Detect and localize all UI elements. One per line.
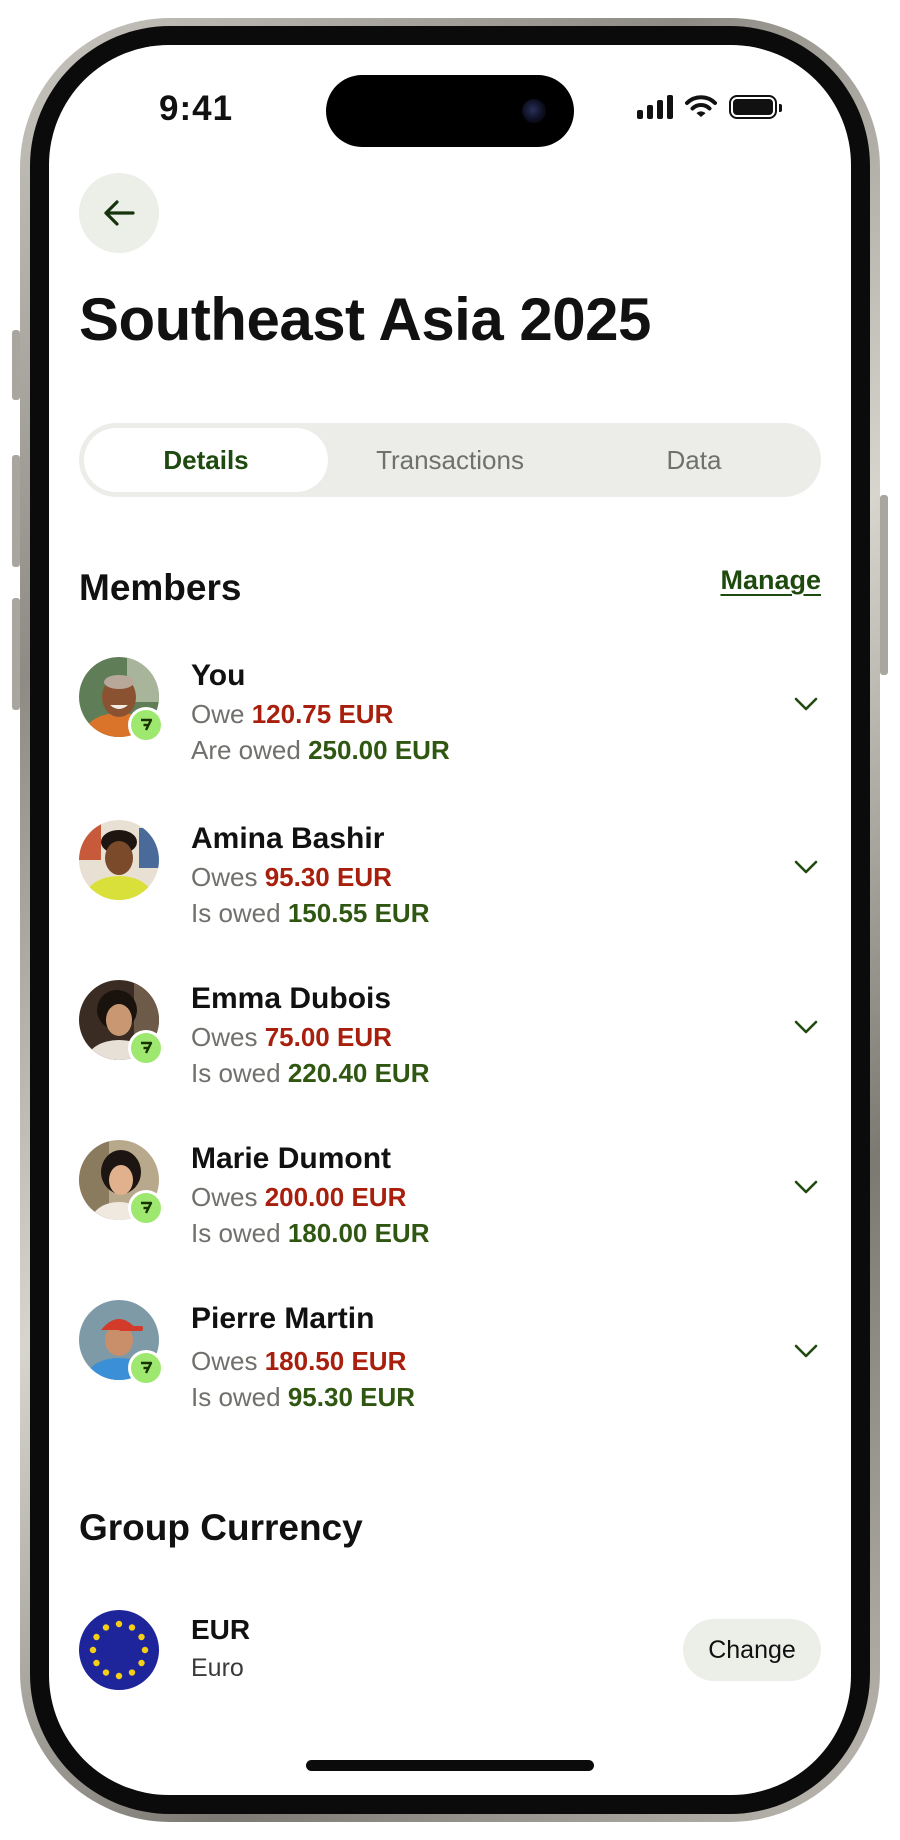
member-row-marie-dumont[interactable]: Marie Dumont Owes 200.00 EUR Is owed 180… <box>79 1140 821 1270</box>
home-indicator <box>306 1760 594 1771</box>
member-row-emma-dubois[interactable]: Emma Dubois Owes 75.00 EUR Is owed 220.4… <box>79 980 821 1110</box>
owed-label: Are owed <box>191 735 301 765</box>
manage-link[interactable]: Manage <box>720 565 821 596</box>
volume-up-button <box>12 455 20 567</box>
owes-label: Owes <box>191 1022 258 1052</box>
owes-label: Owe <box>191 699 245 729</box>
owed-label: Is owed <box>191 898 281 928</box>
owed-amount: 150.55 EUR <box>287 898 430 928</box>
owes-label: Owes <box>191 1182 258 1212</box>
change-currency-button[interactable]: Change <box>683 1619 821 1681</box>
owed-label: Is owed <box>191 1382 281 1412</box>
wifi-icon <box>685 95 717 117</box>
owed-label: Is owed <box>191 1218 281 1248</box>
page-title: Southeast Asia 2025 <box>79 286 651 353</box>
avatar-image <box>79 820 159 900</box>
member-owes-line: Owe 120.75 EUR <box>191 699 393 730</box>
tab-details[interactable]: Details <box>84 428 328 492</box>
currency-name: Euro <box>191 1654 244 1682</box>
segmented-tabs: Details Transactions Data <box>79 423 821 497</box>
owed-amount: 250.00 EUR <box>308 735 450 765</box>
owed-amount: 180.00 EUR <box>287 1218 430 1248</box>
eu-stars <box>89 1620 149 1680</box>
wise-logo-icon <box>128 707 164 743</box>
owes-label: Owes <box>191 1346 258 1376</box>
owes-amount: 95.30 EUR <box>264 862 392 892</box>
eu-star <box>115 1672 123 1680</box>
eu-star <box>138 1633 145 1641</box>
owes-amount: 180.50 EUR <box>264 1346 407 1376</box>
eu-flag-icon <box>79 1610 159 1690</box>
chevron-down-icon[interactable] <box>791 1336 821 1366</box>
eu-star <box>93 1633 100 1641</box>
power-button <box>880 495 888 675</box>
member-name: Marie Dumont <box>191 1142 392 1175</box>
battery-icon <box>729 95 782 119</box>
back-button[interactable] <box>79 173 159 253</box>
eu-star <box>115 1620 123 1628</box>
cellular-signal-icon <box>637 95 673 119</box>
eu-star <box>102 1669 110 1676</box>
owed-amount: 95.30 EUR <box>287 1382 416 1412</box>
dynamic-island <box>326 75 574 147</box>
member-owes-line: Owes 200.00 EUR <box>191 1182 406 1213</box>
avatar <box>79 820 159 900</box>
action-button <box>12 330 20 400</box>
tab-transactions[interactable]: Transactions <box>328 428 572 492</box>
owed-amount: 220.40 EUR <box>287 1058 430 1088</box>
chevron-down-icon[interactable] <box>791 689 821 719</box>
member-name: Emma Dubois <box>191 982 392 1015</box>
owes-label: Owes <box>191 862 258 892</box>
member-row-you[interactable]: You Owe 120.75 EUR Are owed 250.00 EUR <box>79 657 821 787</box>
member-owes-line: Owes 75.00 EUR <box>191 1022 392 1053</box>
member-owed-line: Is owed 150.55 EUR <box>191 898 430 929</box>
member-owed-line: Are owed 250.00 EUR <box>191 735 450 766</box>
wise-logo-icon <box>128 1190 164 1226</box>
screen: 9:41 Southeast Asia 2025 Details Transac… <box>49 45 851 1795</box>
arrow-left-icon <box>104 200 135 226</box>
member-row-amina-bashir[interactable]: Amina Bashir Owes 95.30 EUR Is owed 150.… <box>79 820 821 950</box>
currency-code: EUR <box>191 1614 251 1645</box>
member-name: Amina Bashir <box>191 822 385 855</box>
currency-row: EUR Euro Change <box>79 1610 821 1700</box>
eu-star <box>141 1646 149 1654</box>
chevron-down-icon[interactable] <box>791 1172 821 1202</box>
chevron-down-icon[interactable] <box>791 852 821 882</box>
owes-amount: 120.75 EUR <box>251 699 394 729</box>
owes-amount: 75.00 EUR <box>264 1022 392 1052</box>
owes-amount: 200.00 EUR <box>264 1182 407 1212</box>
tab-data[interactable]: Data <box>572 428 816 492</box>
avatar <box>79 1140 164 1226</box>
avatar <box>79 1300 164 1386</box>
eu-star <box>128 1624 136 1631</box>
eu-star <box>93 1659 100 1667</box>
status-time: 9:41 <box>159 89 234 128</box>
chevron-down-icon[interactable] <box>791 1012 821 1042</box>
member-row-pierre-martin[interactable]: Pierre Martin Owes 180.50 EUR Is owed 95… <box>79 1300 821 1430</box>
owed-label: Is owed <box>191 1058 281 1088</box>
eu-star <box>102 1624 110 1631</box>
volume-down-button <box>12 598 20 710</box>
member-owed-line: Is owed 220.40 EUR <box>191 1058 430 1089</box>
members-heading: Members <box>79 567 242 608</box>
eu-star <box>128 1669 136 1676</box>
member-owes-line: Owes 95.30 EUR <box>191 862 392 893</box>
group-currency-heading: Group Currency <box>79 1507 363 1548</box>
wise-logo-icon <box>128 1350 164 1386</box>
member-name: You <box>191 659 246 692</box>
eu-star <box>89 1646 97 1654</box>
avatar <box>79 980 164 1066</box>
avatar <box>79 657 164 743</box>
status-icons <box>637 95 782 119</box>
wise-logo-icon <box>128 1030 164 1066</box>
camera-icon <box>522 99 546 123</box>
member-name: Pierre Martin <box>191 1302 375 1335</box>
member-owed-line: Is owed 180.00 EUR <box>191 1218 430 1249</box>
member-owed-line: Is owed 95.30 EUR <box>191 1382 415 1413</box>
eu-star <box>138 1659 145 1667</box>
member-owes-line: Owes 180.50 EUR <box>191 1346 406 1377</box>
